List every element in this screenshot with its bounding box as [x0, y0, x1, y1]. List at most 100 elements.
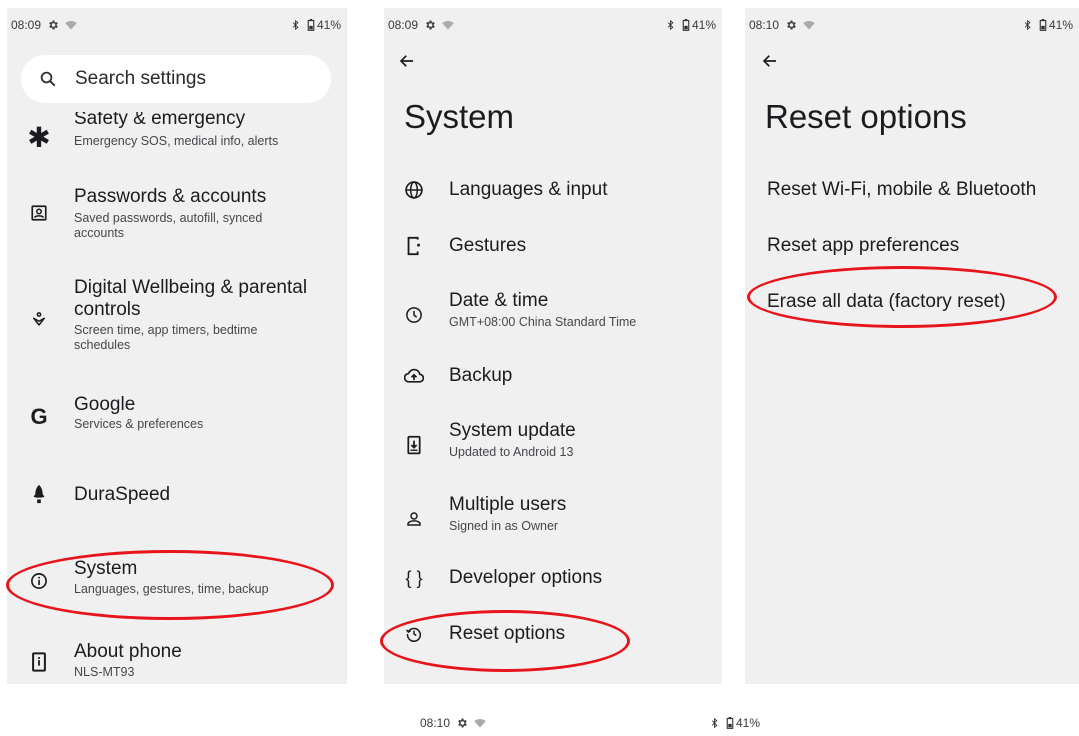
clock-icon — [402, 303, 426, 327]
system-item-system-update[interactable]: System update Updated to Android 13 — [384, 420, 722, 466]
settings-panel: 08:09 41% Search settings ✱ Safety & eme… — [7, 8, 347, 684]
battery-icon — [726, 717, 734, 729]
item-subtitle: Saved passwords, autofill, synced — [74, 211, 263, 225]
search-settings-bar[interactable]: Search settings — [21, 55, 331, 103]
asterisk-icon: ✱ — [27, 121, 51, 153]
wellbeing-icon — [27, 307, 51, 331]
item-subtitle: Screen time, app timers, bedtime — [74, 323, 258, 337]
settings-item-digital-wellbeing[interactable]: Digital Wellbeing & parental controls Sc… — [7, 274, 347, 364]
system-item-developer-options[interactable]: { } Developer options — [384, 564, 722, 592]
rocket-icon — [27, 482, 51, 506]
gear-icon — [426, 20, 435, 30]
item-title: System update — [449, 420, 576, 441]
phone-info-icon — [27, 650, 51, 674]
settings-item-safety-emergency[interactable]: ✱ Safety & emergency Emergency SOS, medi… — [7, 112, 347, 162]
bluetooth-icon — [292, 19, 299, 31]
system-update-icon — [402, 433, 426, 457]
settings-item-system[interactable]: System Languages, gestures, time, backup — [7, 558, 347, 604]
battery-icon — [307, 19, 315, 31]
gear-icon — [787, 20, 796, 30]
bluetooth-icon — [1024, 19, 1031, 31]
back-arrow-icon — [399, 55, 413, 67]
item-title: System — [74, 558, 138, 579]
item-subtitle-cont: accounts — [74, 226, 125, 240]
person-icon — [402, 507, 426, 531]
settings-item-google[interactable]: G Google Services & preferences — [7, 392, 347, 440]
gear-icon — [458, 718, 467, 728]
item-subtitle: Updated to Android 13 — [449, 445, 574, 459]
bottom-status-bar: 08:10 41% — [420, 712, 760, 734]
reset-app-preferences[interactable]: Reset app preferences — [767, 235, 959, 257]
settings-item-duraspeed[interactable]: DuraSpeed — [7, 480, 347, 510]
braces-icon: { } — [405, 567, 423, 588]
google-icon: G — [30, 404, 48, 429]
system-item-languages[interactable]: Languages & input — [384, 176, 722, 204]
reset-options-panel: 08:10 41% Reset options Reset Wi-Fi, mob… — [745, 8, 1079, 684]
system-item-reset-options[interactable]: Reset options — [384, 620, 722, 648]
globe-icon — [402, 178, 426, 202]
account-box-icon — [27, 201, 51, 225]
item-title: DuraSpeed — [74, 484, 171, 505]
wifi-icon — [474, 719, 486, 728]
item-subtitle: GMT+08:00 China Standard Time — [449, 315, 637, 329]
system-item-multiple-users[interactable]: Multiple users Signed in as Owner — [384, 494, 722, 540]
wifi-icon — [442, 21, 454, 30]
back-button[interactable] — [761, 52, 779, 75]
settings-item-passwords-accounts[interactable]: Passwords & accounts Saved passwords, au… — [7, 184, 347, 248]
item-title: Reset options — [449, 623, 566, 644]
back-arrow-icon — [762, 55, 776, 67]
history-icon — [402, 622, 426, 646]
wifi-icon — [65, 21, 77, 30]
cloud-upload-icon — [402, 364, 426, 388]
settings-item-about-phone[interactable]: About phone NLS-MT93 — [7, 640, 347, 684]
bluetooth-icon — [711, 717, 718, 729]
item-title: Multiple users — [449, 494, 567, 515]
battery-percent: 41% — [316, 18, 341, 32]
page-title: System — [404, 98, 515, 135]
erase-all-data-factory-reset[interactable]: Erase all data (factory reset) — [767, 291, 1006, 313]
battery-icon — [682, 19, 690, 31]
status-bar: 08:09 41% — [384, 8, 722, 42]
system-item-backup[interactable]: Backup — [384, 362, 722, 390]
item-title: Safety & emergency — [74, 112, 246, 129]
system-panel: 08:09 41% System Languages & input Gestu… — [384, 8, 722, 684]
status-time: 08:10 — [420, 716, 451, 730]
item-subtitle: Services & preferences — [74, 417, 204, 431]
search-icon — [40, 71, 56, 87]
battery-percent: 41% — [735, 716, 760, 730]
search-placeholder: Search settings — [75, 68, 206, 89]
status-bar: 08:09 41% — [7, 8, 347, 42]
item-subtitle: Emergency SOS, medical info, alerts — [74, 134, 279, 148]
item-title: Digital Wellbeing & parental — [74, 277, 308, 298]
gear-icon — [49, 20, 58, 30]
status-time: 08:09 — [11, 18, 42, 32]
info-icon — [27, 569, 51, 593]
item-title: About phone — [74, 641, 182, 662]
status-time: 08:10 — [749, 18, 780, 32]
item-title: Passwords & accounts — [74, 186, 267, 207]
bluetooth-icon — [667, 19, 674, 31]
battery-percent: 41% — [1048, 18, 1073, 32]
item-title: Google — [74, 394, 136, 415]
page-title: Reset options — [765, 98, 967, 135]
item-title: Developer options — [449, 567, 603, 588]
item-title: Date & time — [449, 290, 549, 311]
item-title: Backup — [449, 365, 513, 386]
system-item-gestures[interactable]: Gestures — [384, 232, 722, 260]
battery-icon — [1039, 19, 1047, 31]
battery-percent: 41% — [691, 18, 716, 32]
item-title: Gestures — [449, 235, 527, 256]
status-time: 08:09 — [388, 18, 419, 32]
item-title: Languages & input — [449, 179, 608, 200]
item-subtitle-cont: schedules — [74, 338, 131, 352]
gestures-icon — [402, 234, 426, 258]
wifi-icon — [803, 21, 815, 30]
status-bar: 08:10 41% — [745, 8, 1079, 42]
system-item-date-time[interactable]: Date & time GMT+08:00 China Standard Tim… — [384, 290, 722, 336]
item-title-cont: controls — [74, 299, 141, 320]
item-subtitle: Languages, gestures, time, backup — [74, 582, 269, 596]
back-button[interactable] — [398, 52, 416, 75]
item-subtitle: NLS-MT93 — [74, 665, 135, 679]
reset-wifi-mobile-bluetooth[interactable]: Reset Wi-Fi, mobile & Bluetooth — [767, 179, 1036, 201]
item-subtitle: Signed in as Owner — [449, 519, 559, 533]
